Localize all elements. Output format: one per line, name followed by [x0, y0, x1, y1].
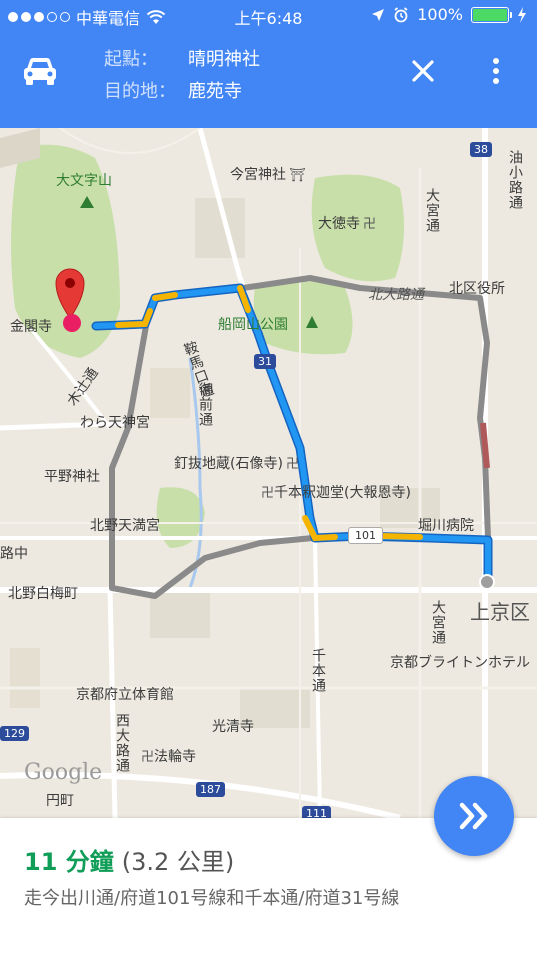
map-label-horikawa-hospital[interactable]: 堀川病院 — [418, 515, 474, 535]
route-shield-38: 38 — [470, 142, 492, 157]
horinji-text: 法輪寺 — [154, 749, 197, 765]
destination-label: 目的地： — [104, 81, 176, 102]
map-label-daimonji: 大文字山 — [56, 173, 112, 189]
senbon-shaka-text: 千本釈迦堂(大報恩寺) — [274, 485, 411, 501]
location-arrow-icon — [372, 8, 385, 21]
close-icon[interactable] — [406, 54, 440, 88]
route-shield-187: 187 — [196, 782, 225, 797]
map-label-senbondori: 千本通 — [310, 648, 326, 693]
map-label-kamigyo: 上京区 — [470, 600, 530, 624]
map-label-bright[interactable]: 京都ブライトンホテル — [390, 652, 530, 672]
directions-header: 中華電信 上午6:48 100% 起點： 晴明神社 目的地： 鹿苑寺 — [0, 0, 537, 128]
battery-percent: 100% — [417, 5, 463, 24]
map-label-imamiya[interactable]: 今宮神社 ⛩ — [230, 164, 306, 184]
map-label-gozen: 御前通 — [197, 382, 213, 427]
map-label-kitaoji: 北大路通 — [368, 287, 424, 303]
more-vert-icon[interactable] — [484, 54, 508, 88]
route-endpoints: 起點： 晴明神社 目的地： 鹿苑寺 — [104, 44, 260, 108]
origin-row[interactable]: 起點： 晴明神社 — [104, 44, 260, 76]
temple-icon: 卍 — [141, 750, 155, 765]
alarm-icon — [394, 6, 408, 22]
map-label-aburanokoji: 油小路通 — [507, 150, 523, 210]
map-label-kinkakuji[interactable]: 金閣寺 — [10, 316, 52, 336]
map-label-funaoka[interactable]: 船岡山公園 — [218, 314, 288, 334]
route-shield-129: 129 — [0, 726, 29, 741]
route-header: 起點： 晴明神社 目的地： 鹿苑寺 — [0, 32, 537, 128]
status-right: 100% — [371, 5, 527, 24]
map-label-hirano[interactable]: 平野神社 — [44, 466, 100, 486]
imamiya-text: 今宮神社 — [230, 167, 286, 183]
maps-directions-screen: 中華電信 上午6:48 100% 起點： 晴明神社 目的地： 鹿苑寺 大文字山 … — [0, 0, 537, 955]
map-label-nishioji: 西大路通 — [114, 713, 130, 773]
map-label-kitaku[interactable]: 北区役所 — [449, 278, 505, 298]
origin-label: 起點： — [104, 49, 158, 70]
map-label-senbon-shaka[interactable]: 卍千本釈迦堂(大報恩寺) — [258, 482, 411, 502]
map-label-school: 路中 — [0, 546, 28, 562]
car-icon[interactable] — [20, 54, 60, 88]
route-shield-101: 101 — [348, 527, 383, 544]
battery-icon — [471, 6, 512, 23]
destination-row[interactable]: 目的地： 鹿苑寺 — [104, 76, 260, 108]
map-view[interactable]: 大文字山 今宮神社 ⛩ 大徳寺卍 金閣寺 船岡山公園 北大路通 北区役所 鞍馬口通… — [0, 128, 537, 818]
temple-icon: 卍 — [363, 217, 377, 232]
map-label-horinji[interactable]: 卍法輪寺 — [138, 746, 196, 766]
navigation-start-icon — [459, 802, 488, 830]
destination-field[interactable]: 鹿苑寺 — [188, 76, 242, 108]
destination-temple-icon — [63, 314, 81, 332]
temple-icon: 卍 — [261, 486, 275, 501]
map-label-kosei[interactable]: 光清寺 — [212, 716, 254, 736]
map-label-kitano-tenmangu[interactable]: 北野天満宮 — [90, 515, 160, 535]
charging-icon — [518, 6, 526, 23]
map-label-omiya: 大宮通 — [424, 188, 440, 233]
map-label-gymnasium[interactable]: 京都府立体育館 — [76, 684, 174, 704]
map-label-daitokuji[interactable]: 大徳寺卍 — [318, 213, 376, 233]
route-shield-111: 111 — [302, 806, 331, 818]
map-label-waratenjin[interactable]: わら天神宮 — [80, 412, 150, 432]
origin-field[interactable]: 晴明神社 — [188, 44, 260, 76]
map-label-kuginuki[interactable]: 釘抜地蔵(石像寺) 卍 — [174, 453, 299, 473]
route-shield-31: 31 — [254, 354, 276, 369]
route-duration-row: 11 分鐘 (3.2 公里) — [24, 842, 234, 877]
route-distance: (3.2 公里) — [121, 848, 235, 876]
start-navigation-button[interactable] — [434, 776, 514, 856]
map-label-kitano-hakubai[interactable]: 北野白梅町 — [8, 583, 78, 603]
google-logo: Google — [24, 760, 103, 785]
kuginuki-text: 釘抜地蔵(石像寺) — [174, 456, 283, 472]
map-label-omiya-south: 大宮通 — [430, 600, 446, 645]
map-label-enmachi[interactable]: 円町 — [46, 790, 74, 810]
status-bar: 中華電信 上午6:48 100% — [0, 0, 537, 32]
daitokuji-text: 大徳寺 — [318, 216, 360, 232]
temple-icon: 卍 — [285, 457, 299, 472]
route-duration: 11 分鐘 — [24, 848, 114, 876]
shrine-icon: ⛩ — [289, 168, 306, 183]
route-via: 走今出川通/府道101号線和千本通/府道31号線 — [24, 888, 400, 909]
